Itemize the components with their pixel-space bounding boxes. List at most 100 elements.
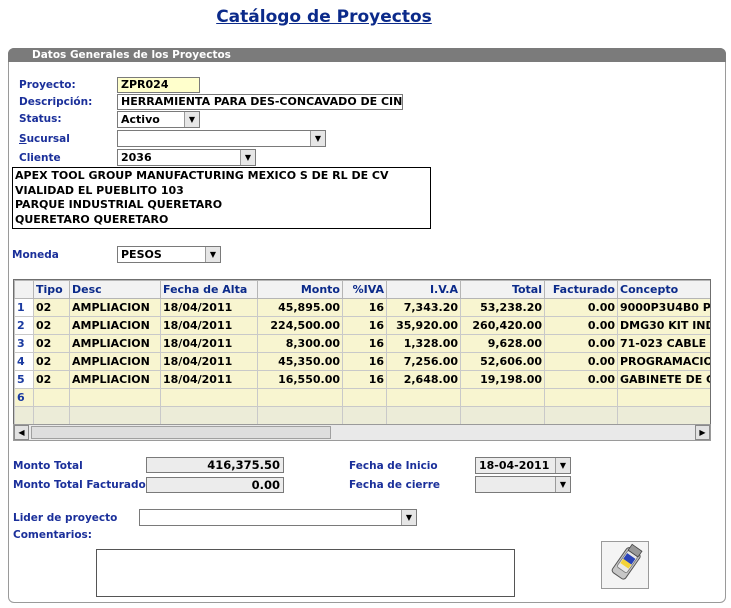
column-header[interactable]: Monto bbox=[257, 280, 343, 299]
cell-iva[interactable]: 7,343.20 bbox=[386, 298, 461, 317]
row-number[interactable]: 2 bbox=[14, 316, 34, 335]
scrollbar-thumb[interactable] bbox=[31, 426, 331, 439]
cell-facturado[interactable] bbox=[544, 406, 618, 425]
cell-iva[interactable]: 35,920.00 bbox=[386, 316, 461, 335]
scroll-right-icon[interactable]: ▶ bbox=[695, 425, 710, 440]
cell-fecha[interactable]: 18/04/2011 bbox=[160, 298, 258, 317]
cell-fecha[interactable] bbox=[160, 406, 258, 425]
column-header[interactable]: Fecha de Alta bbox=[160, 280, 258, 299]
cell-facturado[interactable]: 0.00 bbox=[544, 352, 618, 371]
chevron-down-icon[interactable]: ▼ bbox=[310, 131, 325, 146]
status-select[interactable]: Activo ▼ bbox=[117, 111, 200, 128]
lider-select[interactable]: ▼ bbox=[139, 509, 417, 526]
column-header[interactable]: Concepto bbox=[617, 280, 710, 299]
cell-concepto[interactable]: DMG30 KIT IND bbox=[617, 316, 710, 335]
cell-total[interactable]: 9,628.00 bbox=[460, 334, 545, 353]
cell-monto[interactable]: 8,300.00 bbox=[257, 334, 343, 353]
cell-piva[interactable]: 16 bbox=[342, 334, 387, 353]
table-row[interactable]: 2 02 AMPLIACION 18/04/2011 224,500.00 16… bbox=[14, 316, 710, 335]
cell-fecha[interactable] bbox=[160, 388, 258, 407]
cell-tipo[interactable]: 02 bbox=[33, 316, 70, 335]
cell-iva[interactable]: 2,648.00 bbox=[386, 370, 461, 389]
row-number[interactable]: 3 bbox=[14, 334, 34, 353]
cell-facturado[interactable]: 0.00 bbox=[544, 334, 618, 353]
chevron-down-icon[interactable]: ▼ bbox=[240, 150, 255, 165]
row-number[interactable]: 1 bbox=[14, 298, 34, 317]
cell-tipo[interactable]: 02 bbox=[33, 298, 70, 317]
cell-desc[interactable] bbox=[69, 388, 161, 407]
row-number[interactable]: 6 bbox=[14, 388, 34, 407]
cell-fecha[interactable]: 18/04/2011 bbox=[160, 370, 258, 389]
cell-monto[interactable]: 16,550.00 bbox=[257, 370, 343, 389]
cell-total[interactable]: 52,606.00 bbox=[460, 352, 545, 371]
row-number[interactable] bbox=[14, 406, 34, 425]
cell-desc[interactable]: AMPLIACION bbox=[69, 316, 161, 335]
cell-piva[interactable] bbox=[342, 406, 387, 425]
column-header[interactable]: I.V.A bbox=[386, 280, 461, 299]
table-row[interactable]: 5 02 AMPLIACION 18/04/2011 16,550.00 16 … bbox=[14, 370, 710, 389]
items-grid[interactable]: Tipo Desc Fecha de Alta Monto %IVA I.V.A… bbox=[13, 279, 711, 441]
cell-monto[interactable]: 45,895.00 bbox=[257, 298, 343, 317]
cell-tipo[interactable]: 02 bbox=[33, 352, 70, 371]
fecha-cierre-select[interactable]: ▼ bbox=[475, 476, 571, 493]
comentarios-textarea[interactable] bbox=[96, 549, 515, 597]
cell-fecha[interactable]: 18/04/2011 bbox=[160, 352, 258, 371]
cell-total[interactable] bbox=[460, 406, 545, 425]
cell-desc[interactable]: AMPLIACION bbox=[69, 334, 161, 353]
cell-piva[interactable]: 16 bbox=[342, 370, 387, 389]
row-number[interactable]: 4 bbox=[14, 352, 34, 371]
cell-facturado[interactable]: 0.00 bbox=[544, 298, 618, 317]
cell-total[interactable]: 19,198.00 bbox=[460, 370, 545, 389]
chevron-down-icon[interactable]: ▼ bbox=[555, 458, 570, 473]
cell-piva[interactable] bbox=[342, 388, 387, 407]
cell-fecha[interactable]: 18/04/2011 bbox=[160, 316, 258, 335]
moneda-select[interactable]: PESOS ▼ bbox=[117, 246, 221, 263]
chevron-down-icon[interactable]: ▼ bbox=[184, 112, 199, 127]
cell-piva[interactable]: 16 bbox=[342, 316, 387, 335]
cell-piva[interactable]: 16 bbox=[342, 352, 387, 371]
cell-tipo[interactable] bbox=[33, 406, 70, 425]
cell-monto[interactable]: 45,350.00 bbox=[257, 352, 343, 371]
row-number[interactable]: 5 bbox=[14, 370, 34, 389]
cell-desc[interactable]: AMPLIACION bbox=[69, 370, 161, 389]
grid-horizontal-scrollbar[interactable]: ◀ ▶ bbox=[13, 424, 711, 441]
cell-piva[interactable]: 16 bbox=[342, 298, 387, 317]
scroll-left-icon[interactable]: ◀ bbox=[14, 425, 29, 440]
cell-fecha[interactable]: 18/04/2011 bbox=[160, 334, 258, 353]
cliente-select[interactable]: 2036 ▼ bbox=[117, 149, 256, 166]
table-row[interactable]: 3 02 AMPLIACION 18/04/2011 8,300.00 16 1… bbox=[14, 334, 710, 353]
cell-concepto[interactable]: 71-023 CABLE bbox=[617, 334, 710, 353]
cell-total[interactable] bbox=[460, 388, 545, 407]
cell-tipo[interactable]: 02 bbox=[33, 370, 70, 389]
cell-iva[interactable]: 7,256.00 bbox=[386, 352, 461, 371]
chevron-down-icon[interactable]: ▼ bbox=[401, 510, 416, 525]
column-header[interactable]: Total bbox=[460, 280, 545, 299]
client-address-box[interactable]: APEX TOOL GROUP MANUFACTURING MEXICO S D… bbox=[12, 167, 431, 229]
cell-facturado[interactable]: 0.00 bbox=[544, 370, 618, 389]
cell-concepto[interactable] bbox=[617, 406, 710, 425]
cell-total[interactable]: 260,420.00 bbox=[460, 316, 545, 335]
table-row[interactable]: 6 bbox=[14, 388, 710, 407]
cell-facturado[interactable] bbox=[544, 388, 618, 407]
chevron-down-icon[interactable]: ▼ bbox=[205, 247, 220, 262]
cell-concepto[interactable] bbox=[617, 388, 710, 407]
cell-concepto[interactable]: GABINETE DE C bbox=[617, 370, 710, 389]
cell-desc[interactable] bbox=[69, 406, 161, 425]
cell-monto[interactable]: 224,500.00 bbox=[257, 316, 343, 335]
cell-tipo[interactable]: 02 bbox=[33, 334, 70, 353]
cell-concepto[interactable]: 9000P3U4B0 P bbox=[617, 298, 710, 317]
column-header[interactable]: Facturado bbox=[544, 280, 618, 299]
cell-facturado[interactable]: 0.00 bbox=[544, 316, 618, 335]
cell-desc[interactable]: AMPLIACION bbox=[69, 352, 161, 371]
proyecto-field[interactable]: ZPR024 bbox=[117, 77, 200, 93]
column-header[interactable]: Tipo bbox=[33, 280, 70, 299]
cell-iva[interactable] bbox=[386, 388, 461, 407]
save-button[interactable] bbox=[601, 541, 649, 589]
column-header[interactable]: %IVA bbox=[342, 280, 387, 299]
sucursal-select[interactable]: ▼ bbox=[117, 130, 326, 147]
table-row[interactable]: 4 02 AMPLIACION 18/04/2011 45,350.00 16 … bbox=[14, 352, 710, 371]
table-row[interactable] bbox=[14, 406, 710, 425]
chevron-down-icon[interactable]: ▼ bbox=[555, 477, 570, 492]
cell-desc[interactable]: AMPLIACION bbox=[69, 298, 161, 317]
descripcion-field[interactable]: HERRAMIENTA PARA DES-CONCAVADO DE CINTA bbox=[117, 94, 403, 110]
